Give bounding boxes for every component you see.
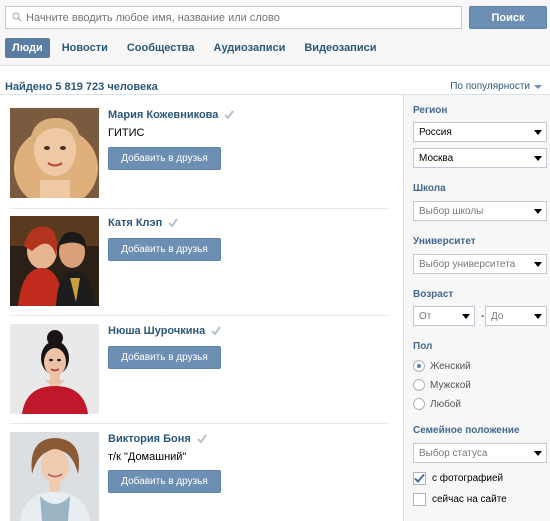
age-range-separator: - — [481, 311, 485, 322]
filter-label-school: Школа — [413, 183, 446, 194]
checkbox-icon — [413, 493, 426, 506]
person-name[interactable]: Катя Клэп — [108, 217, 179, 229]
chevron-down-icon — [462, 314, 470, 319]
city-select[interactable]: Москва — [413, 148, 547, 168]
add-friend-button[interactable]: Добавить в друзья — [108, 147, 221, 170]
school-select[interactable]: Выбор школы — [413, 201, 547, 221]
filter-label-age: Возраст — [413, 289, 454, 300]
person-workplace: т/к "Домашний" — [108, 451, 187, 463]
divider — [10, 423, 389, 424]
search-button[interactable]: Поиск — [469, 6, 547, 29]
sort-label: По популярности — [450, 81, 530, 92]
divider — [10, 315, 389, 316]
tab-video[interactable]: Видеозаписи — [297, 38, 383, 58]
radio-icon — [413, 379, 425, 391]
divider — [10, 208, 389, 209]
search-icon — [12, 12, 22, 22]
verified-check-icon — [168, 218, 179, 228]
results-count: Найдено 5 819 723 человека — [5, 81, 158, 93]
verified-check-icon — [211, 326, 222, 336]
age-from-select[interactable]: От — [413, 306, 475, 326]
filter-label-university: Университет — [413, 236, 476, 247]
chevron-down-icon — [534, 130, 542, 135]
checkbox-checked-icon — [413, 472, 426, 485]
add-friend-button[interactable]: Добавить в друзья — [108, 238, 221, 261]
chevron-down-icon — [534, 84, 542, 89]
avatar[interactable] — [10, 432, 99, 521]
search-tabs: Люди Новости Сообщества Аудиозаписи Виде… — [5, 38, 388, 58]
gender-any-radio[interactable]: Любой — [413, 398, 461, 410]
university-select[interactable]: Выбор университета — [413, 254, 547, 274]
with-photo-checkbox[interactable]: с фотографией — [413, 472, 503, 485]
age-to-select[interactable]: До — [485, 306, 547, 326]
chevron-down-icon — [534, 156, 542, 161]
person-name[interactable]: Нюша Шурочкина — [108, 325, 222, 337]
filters-sidebar: Регион Россия Москва Школа Выбор школы У… — [403, 95, 550, 521]
search-header: Поиск Люди Новости Сообщества Аудиозапис… — [0, 0, 550, 66]
results-list: Мария Кожевникова ГИТИС Добавить в друзь… — [0, 95, 403, 521]
radio-icon — [413, 398, 425, 410]
person-name[interactable]: Мария Кожевникова — [108, 109, 235, 121]
filter-label-gender: Пол — [413, 341, 433, 352]
verified-check-icon — [224, 110, 235, 120]
filter-label-region: Регион — [413, 105, 448, 116]
person-education: ГИТИС — [108, 127, 145, 139]
avatar[interactable] — [10, 324, 99, 414]
gender-female-radio[interactable]: Женский — [413, 360, 471, 372]
avatar[interactable] — [10, 108, 99, 198]
search-input[interactable] — [26, 9, 456, 26]
sort-dropdown[interactable]: По популярности — [450, 81, 542, 92]
chevron-down-icon — [534, 451, 542, 456]
gender-male-radio[interactable]: Мужской — [413, 379, 471, 391]
radio-selected-icon — [413, 360, 425, 372]
add-friend-button[interactable]: Добавить в друзья — [108, 470, 221, 493]
tab-news[interactable]: Новости — [55, 38, 115, 58]
filter-label-marital: Семейное положение — [413, 425, 520, 436]
chevron-down-icon — [534, 262, 542, 267]
person-name[interactable]: Виктория Боня — [108, 433, 207, 445]
online-now-checkbox[interactable]: сейчас на сайте — [413, 493, 507, 506]
search-field[interactable] — [5, 6, 462, 29]
chevron-down-icon — [534, 314, 542, 319]
tab-communities[interactable]: Сообщества — [120, 38, 202, 58]
tab-audio[interactable]: Аудиозаписи — [207, 38, 293, 58]
verified-check-icon — [197, 434, 207, 444]
marital-status-select[interactable]: Выбор статуса — [413, 443, 547, 463]
country-select[interactable]: Россия — [413, 122, 547, 142]
chevron-down-icon — [534, 209, 542, 214]
tab-people[interactable]: Люди — [5, 38, 50, 58]
avatar[interactable] — [10, 216, 99, 306]
add-friend-button[interactable]: Добавить в друзья — [108, 346, 221, 369]
